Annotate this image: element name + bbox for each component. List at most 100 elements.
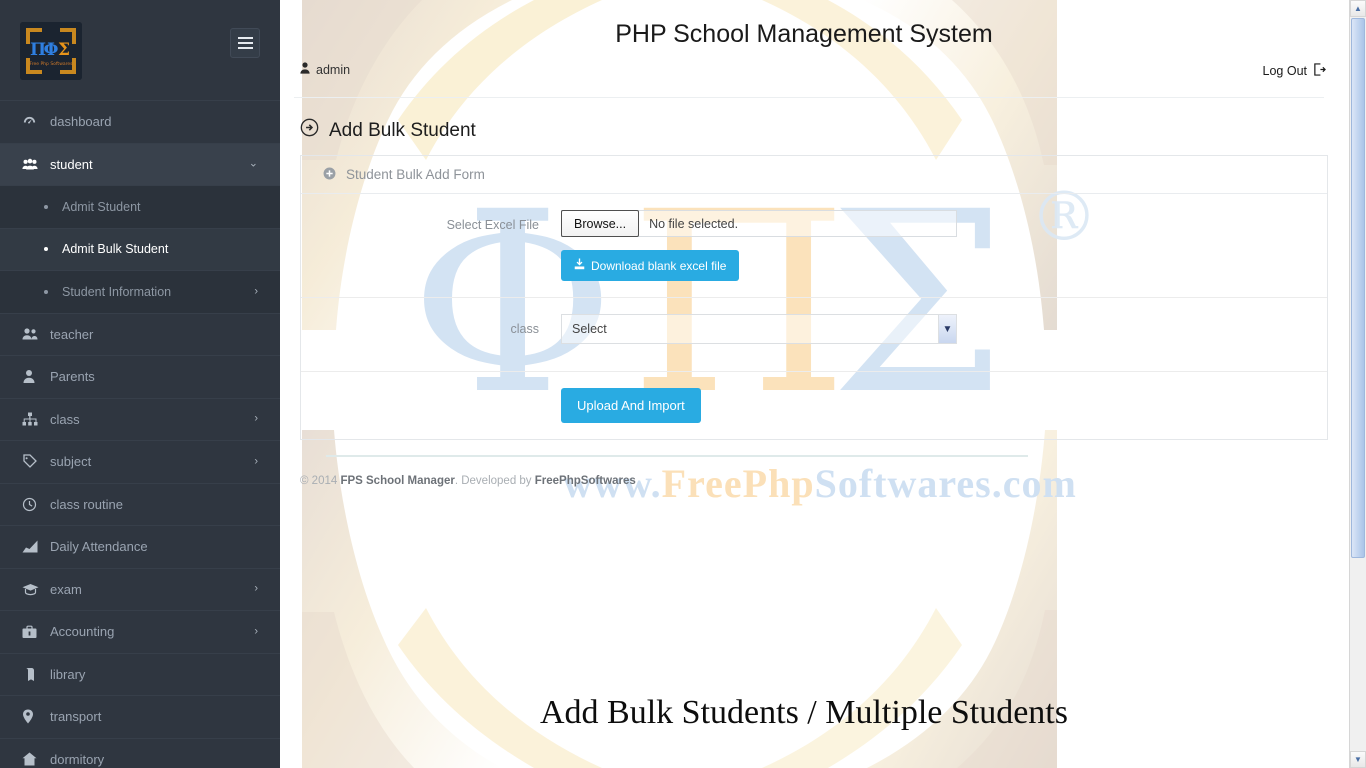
sidebar-subitem-label: Admit Bulk Student: [62, 242, 169, 257]
user-icon: [300, 62, 310, 77]
chevron-right-icon: ›: [254, 625, 258, 638]
scroll-up-arrow-icon[interactable]: ▲: [1350, 0, 1366, 17]
url-watermark-part2: FreePhp: [661, 461, 815, 506]
file-input[interactable]: Browse... No file selected.: [561, 210, 957, 237]
bottom-caption: Add Bulk Students / Multiple Students: [540, 694, 1068, 731]
svg-text:Σ: Σ: [58, 40, 70, 60]
bullet-icon: [44, 204, 48, 209]
sidebar-item-label: dormitory: [50, 751, 105, 767]
sidebar-item-transport[interactable]: transport: [0, 695, 280, 738]
sidebar-item-exam[interactable]: exam ›: [0, 567, 280, 611]
url-watermark-part3: Softwares.com: [814, 461, 1077, 506]
sidebar-item-label: class: [50, 411, 80, 427]
class-select[interactable]: Select: [561, 314, 957, 344]
submit-control: Upload And Import: [561, 388, 1327, 423]
sidebar: Φ Σ Π Free Php Softwares dashboard stude…: [0, 0, 280, 768]
sidebar-item-label: class routine: [50, 496, 123, 512]
browse-button[interactable]: Browse...: [561, 210, 640, 237]
parent-icon: [22, 369, 46, 384]
sidebar-item-student[interactable]: student ⌄: [0, 142, 280, 185]
home-icon: [22, 752, 46, 766]
scroll-down-arrow-icon[interactable]: ▼: [1350, 751, 1366, 768]
sidebar-item-label: exam: [50, 581, 82, 597]
app-logo[interactable]: Φ Σ Π Free Php Softwares: [20, 22, 82, 80]
footer-mid: . Developed by: [454, 475, 535, 487]
sidebar-item-class-routine[interactable]: class routine: [0, 482, 280, 526]
sidebar-nav: dashboard student ⌄ Admit Student Admit …: [0, 100, 280, 768]
class-select-wrapper: Select ▼: [561, 314, 957, 344]
sidebar-subitem-admit-student[interactable]: Admit Student: [0, 185, 280, 228]
sidebar-item-teacher[interactable]: teacher: [0, 312, 280, 356]
sidebar-subitem-student-information[interactable]: Student Information ›: [0, 270, 280, 313]
page-title: Add Bulk Student: [300, 118, 476, 143]
logout-button[interactable]: Log Out: [1263, 63, 1326, 79]
file-status-label: No file selected.: [649, 216, 739, 231]
main-content: Φ Π Σ ® www.FreePhpSoftwares.com PHP Sch…: [280, 0, 1366, 768]
upload-and-import-button[interactable]: Upload And Import: [561, 388, 701, 423]
sidebar-item-dormitory[interactable]: dormitory: [0, 737, 280, 768]
hamburger-bar: [237, 37, 253, 39]
logout-icon: [1313, 63, 1326, 79]
sidebar-item-dashboard[interactable]: dashboard: [0, 100, 280, 143]
download-blank-excel-label: Download blank excel file: [591, 258, 727, 273]
app-title: PHP School Management System: [615, 20, 993, 48]
footer: © 2014 FPS School Manager. Developed by …: [300, 475, 636, 487]
sidebar-item-library[interactable]: library: [0, 652, 280, 696]
sidebar-toggle-button[interactable]: [230, 28, 260, 58]
chevron-right-icon: ›: [254, 412, 258, 425]
user-chip[interactable]: admin: [300, 62, 350, 77]
footer-copyright: © 2014: [300, 475, 341, 487]
svg-text:Π: Π: [30, 40, 46, 60]
sidebar-item-label: subject: [50, 454, 92, 470]
map-pin-icon: [22, 709, 46, 724]
username-label: admin: [316, 62, 351, 77]
page-scrollbar[interactable]: ▲ ▼: [1349, 0, 1366, 768]
sidebar-subitem-label: Student Information: [62, 284, 172, 299]
logout-label: Log Out: [1262, 64, 1307, 78]
briefcase-icon: [22, 625, 46, 639]
sidebar-item-parents[interactable]: Parents: [0, 355, 280, 398]
sidebar-item-label: transport: [50, 709, 102, 725]
chart-icon: [22, 540, 46, 553]
teacher-icon: [22, 327, 46, 341]
chevron-down-icon: ⌄: [248, 157, 258, 170]
scrollbar-thumb[interactable]: [1351, 18, 1365, 558]
dashboard-icon: [22, 114, 46, 129]
sidebar-subitem-admit-bulk-student[interactable]: Admit Bulk Student: [0, 227, 280, 270]
plus-circle-icon: [323, 167, 336, 183]
chevron-right-icon: ›: [254, 582, 258, 595]
sidebar-item-daily-attendance[interactable]: Daily Attendance: [0, 525, 280, 568]
sidebar-item-subject[interactable]: subject ›: [0, 440, 280, 483]
sidebar-item-label: teacher: [50, 326, 94, 342]
sidebar-item-class[interactable]: class ›: [0, 397, 280, 441]
app-root: Φ Σ Π Free Php Softwares dashboard stude…: [0, 0, 1366, 768]
sidebar-item-label: Accounting: [50, 624, 115, 640]
book-icon: [22, 667, 46, 682]
class-label: class: [510, 322, 539, 336]
sidebar-item-label: student: [50, 156, 93, 172]
sidebar-subitem-label: Admit Student: [62, 199, 141, 214]
sidebar-item-label: Daily Attendance: [50, 539, 148, 555]
hamburger-bar: [237, 42, 253, 44]
footer-brand: FPS School Manager: [340, 475, 455, 487]
arrow-circle-right-icon: [300, 118, 319, 143]
chevron-right-icon: ›: [254, 285, 258, 298]
download-blank-excel-button[interactable]: Download blank excel file: [561, 250, 740, 281]
chevron-right-icon: ›: [254, 455, 258, 468]
sidebar-item-label: library: [50, 666, 86, 682]
tags-icon: [22, 454, 46, 469]
bullet-icon: [44, 289, 48, 294]
page-title-label: Add Bulk Student: [329, 119, 476, 141]
graduation-icon: [22, 583, 46, 596]
submit-spacer: [301, 388, 561, 396]
footer-divider: [326, 455, 1028, 457]
panel-header: Student Bulk Add Form: [301, 156, 1327, 194]
sidebar-item-label: Parents: [50, 369, 95, 385]
students-icon: [22, 157, 46, 172]
excel-file-label: Select Excel File: [446, 218, 539, 232]
form-row-class: class Select ▼: [301, 298, 1327, 372]
sitemap-icon: [22, 412, 46, 426]
form-panel: Student Bulk Add Form Select Excel File …: [300, 155, 1328, 440]
sidebar-item-accounting[interactable]: Accounting ›: [0, 610, 280, 653]
panel-header-label: Student Bulk Add Form: [346, 167, 485, 182]
